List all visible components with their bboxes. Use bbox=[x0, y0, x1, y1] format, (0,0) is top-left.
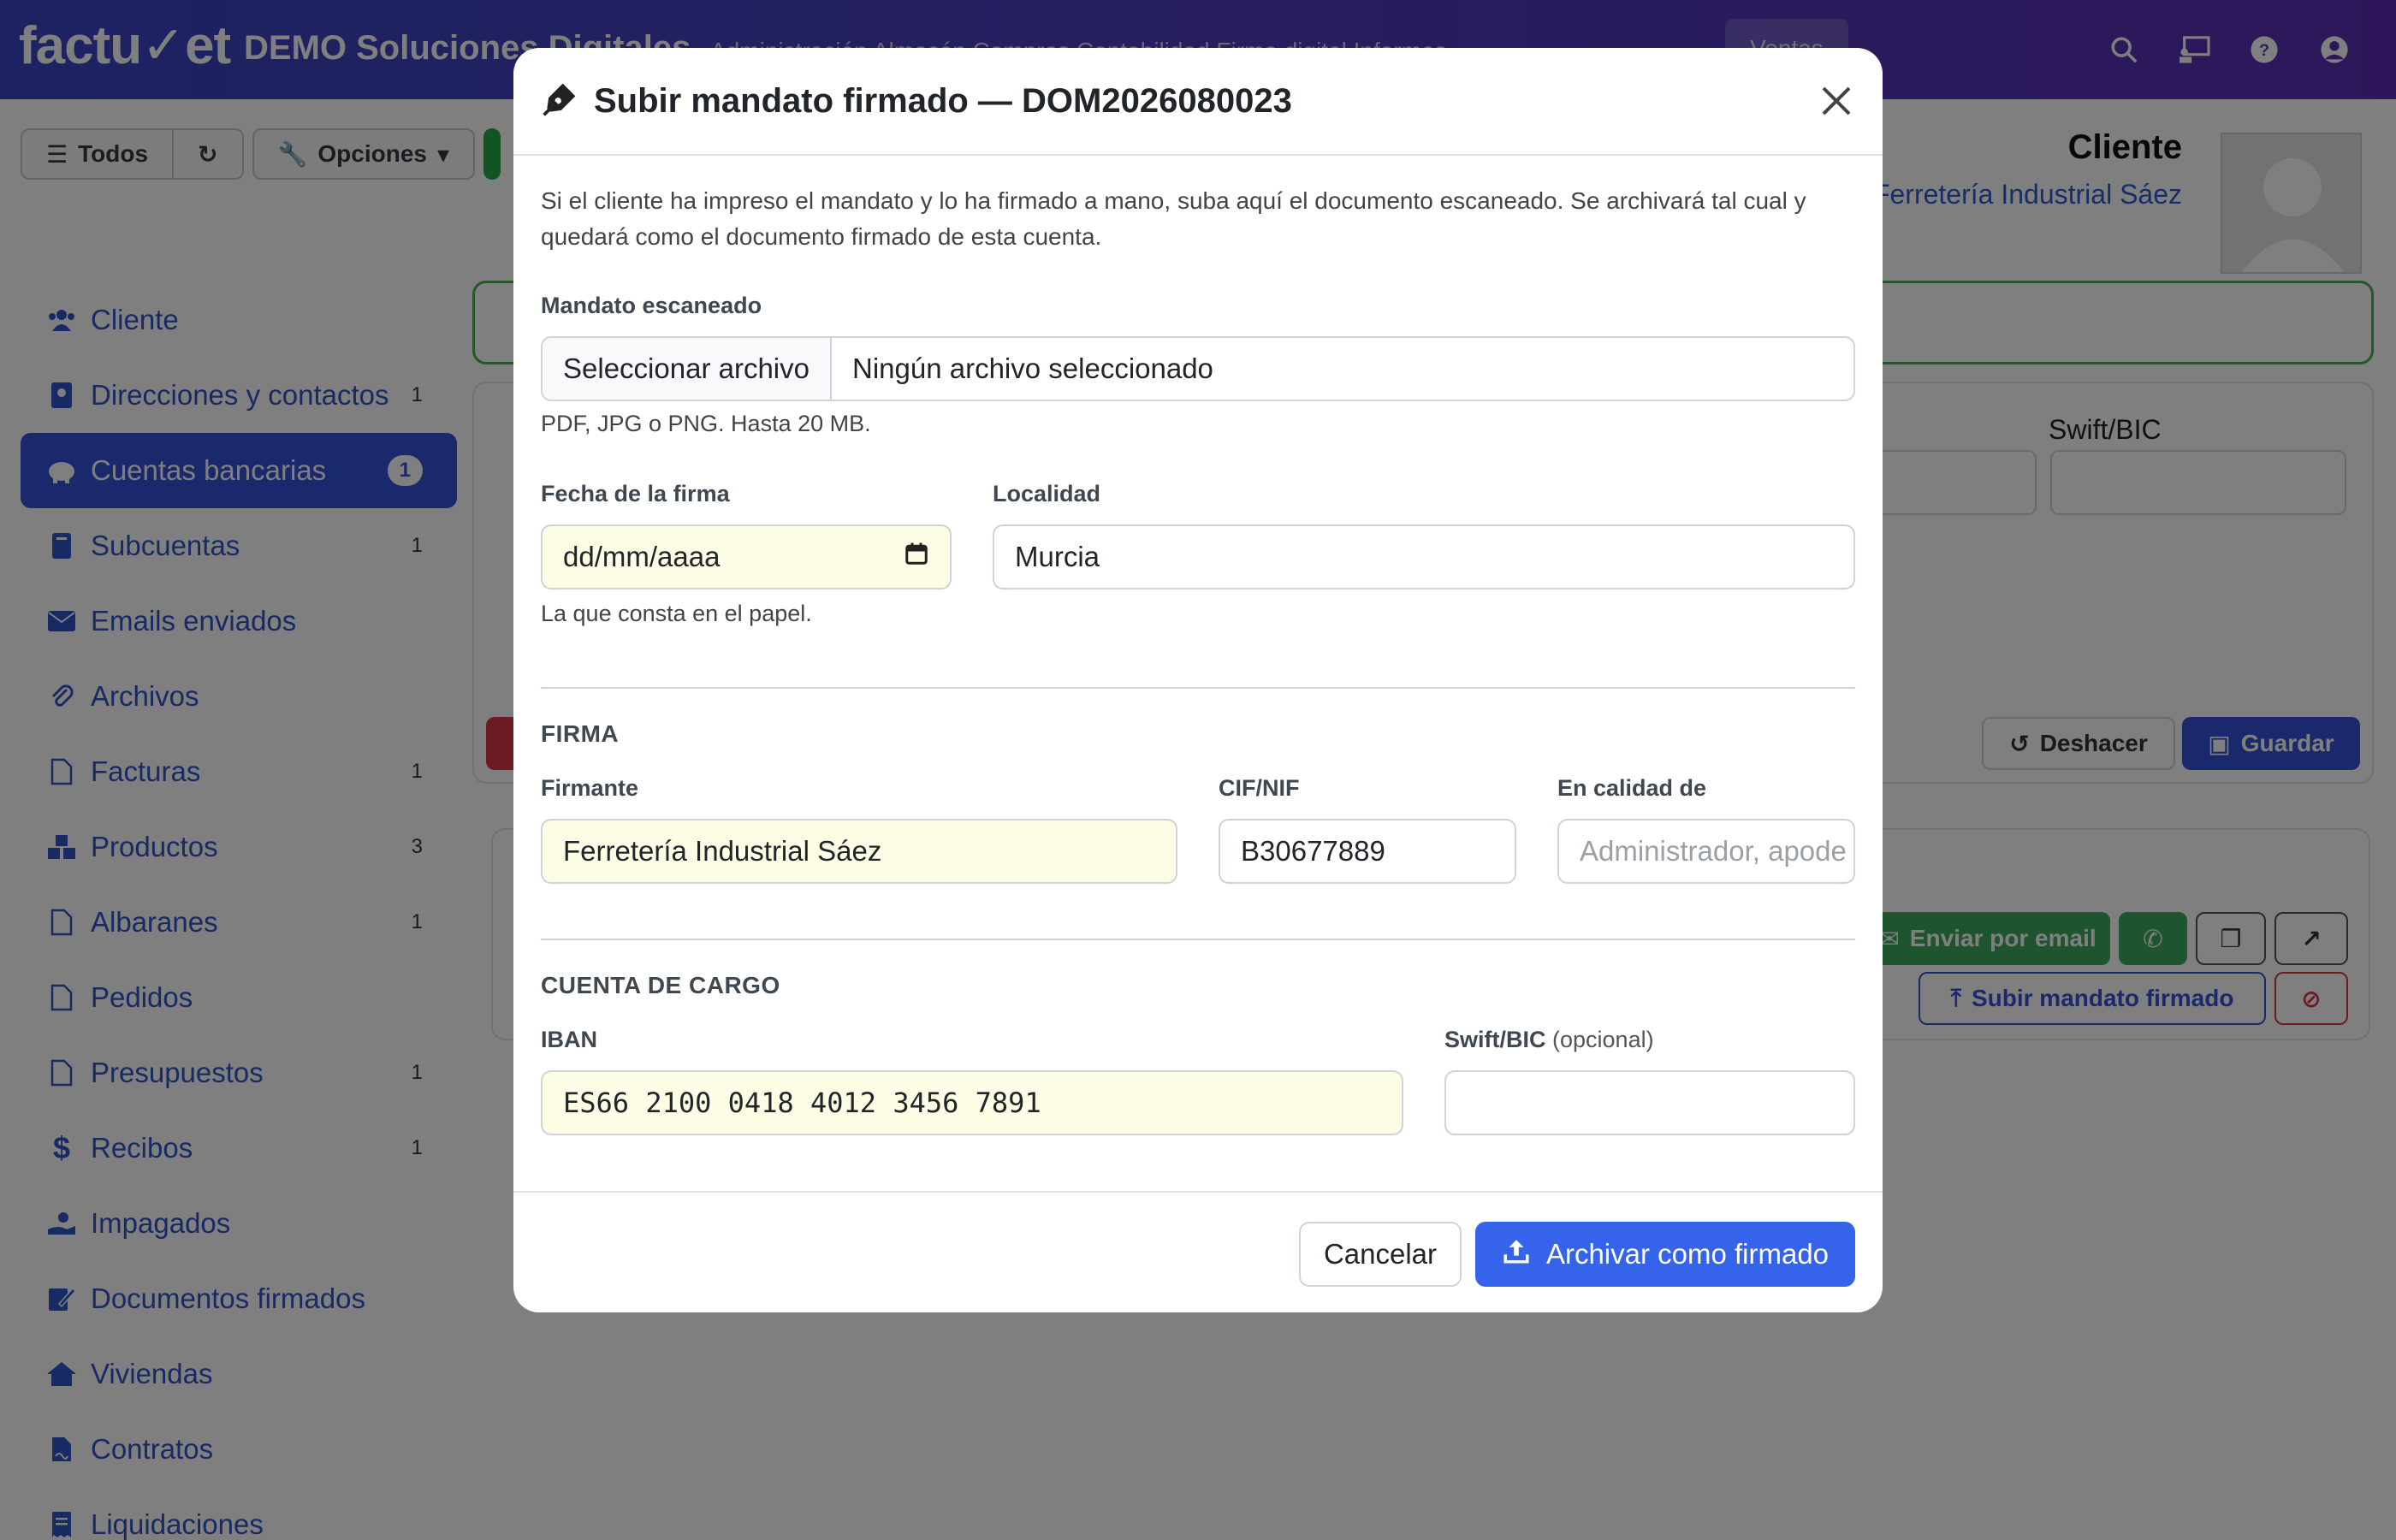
divider-firma bbox=[541, 687, 1855, 689]
cuenta-section-title: CUENTA DE CARGO bbox=[541, 972, 780, 998]
fecha-value: dd/mm/aaaa bbox=[563, 541, 721, 572]
fecha-label: Fecha de la firma bbox=[541, 481, 730, 506]
firma-section-title: FIRMA bbox=[541, 720, 620, 747]
firmante-label: Firmante bbox=[541, 775, 639, 801]
modal-intro-text: Si el cliente ha impreso el mandato y lo… bbox=[541, 187, 1806, 250]
file-input[interactable]: Seleccionar archivo Ningún archivo selec… bbox=[541, 336, 1855, 401]
upload-icon bbox=[1502, 1236, 1531, 1272]
upload-signed-mandate-modal: Subir mandato firmado — DOM2026080023 Si… bbox=[513, 48, 1883, 1312]
cif-input[interactable]: B30677889 bbox=[1219, 819, 1516, 884]
file-help-text: PDF, JPG o PNG. Hasta 20 MB. bbox=[541, 411, 871, 436]
pen-nib-icon bbox=[541, 80, 578, 122]
firmante-input[interactable]: Ferretería Industrial Sáez bbox=[541, 819, 1177, 884]
select-file-button[interactable]: Seleccionar archivo bbox=[543, 338, 832, 400]
calendar-icon[interactable] bbox=[904, 541, 929, 573]
modal-title: Subir mandato firmado — DOM2026080023 bbox=[594, 81, 1292, 120]
localidad-input[interactable]: Murcia bbox=[993, 524, 1855, 589]
calidad-input[interactable]: Administrador, apode bbox=[1557, 819, 1855, 884]
modal-footer: Cancelar Archivar como firmado bbox=[513, 1191, 1883, 1312]
fecha-date-input[interactable]: dd/mm/aaaa bbox=[541, 524, 952, 589]
close-icon bbox=[1822, 86, 1851, 116]
localidad-label: Localidad bbox=[993, 481, 1101, 506]
cancel-button[interactable]: Cancelar bbox=[1299, 1222, 1462, 1287]
close-button[interactable] bbox=[1816, 80, 1857, 121]
file-status-text: Ningún archivo seleccionado bbox=[851, 352, 1213, 384]
iban-label: IBAN bbox=[541, 1027, 597, 1052]
modal-body: Si el cliente ha impreso el mandato y lo… bbox=[513, 156, 1883, 255]
archive-as-signed-button[interactable]: Archivar como firmado bbox=[1475, 1222, 1855, 1287]
divider-cuenta bbox=[541, 939, 1855, 940]
file-label: Mandato escaneado bbox=[541, 293, 762, 318]
modal-header: Subir mandato firmado — DOM2026080023 bbox=[513, 48, 1883, 156]
calidad-label: En calidad de bbox=[1557, 775, 1707, 801]
swift-input[interactable] bbox=[1444, 1070, 1855, 1135]
fecha-help-text: La que consta en el papel. bbox=[541, 601, 812, 626]
optional-hint: (opcional) bbox=[1552, 1027, 1654, 1052]
swift-label: Swift/BIC (opcional) bbox=[1444, 1027, 1654, 1052]
cif-label: CIF/NIF bbox=[1219, 775, 1300, 801]
calidad-placeholder: Administrador, apode bbox=[1580, 835, 1847, 867]
iban-input[interactable]: ES66 2100 0418 4012 3456 7891 bbox=[541, 1070, 1403, 1135]
